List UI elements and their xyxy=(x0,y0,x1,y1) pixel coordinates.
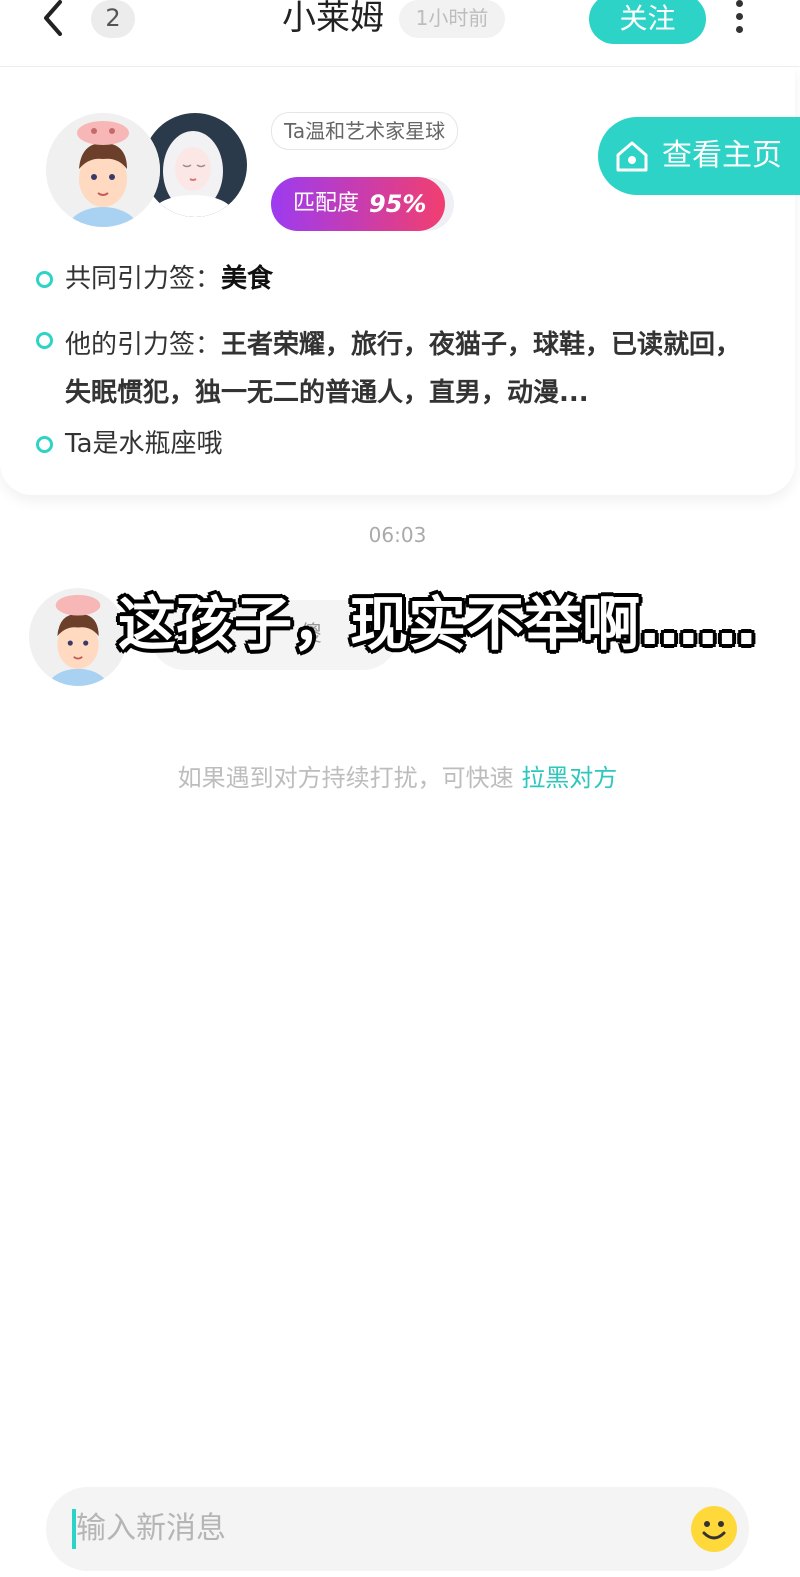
message-timestamp: 06:03 xyxy=(368,523,427,547)
match-profile-card: Ta温和艺术家星球 匹配度 95% 查看主页 共同引力签：美食 他的引力签：王者… xyxy=(0,67,800,495)
match-score-pill: 匹配度 95% xyxy=(271,177,454,231)
overlay-caption: 这孩子，现实不举啊…… xyxy=(118,590,757,658)
bullet-icon xyxy=(36,436,53,453)
block-hint: 如果遇到对方持续打扰，可快速 拉黑对方 xyxy=(0,758,795,793)
match-value: 95% xyxy=(369,190,427,218)
match-label: 匹配度 xyxy=(293,191,360,216)
block-hint-text: 如果遇到对方持续打扰，可快速 xyxy=(177,764,522,792)
back-arrow-icon xyxy=(44,0,62,36)
back-button[interactable] xyxy=(38,0,70,36)
message-sender-avatar[interactable] xyxy=(29,588,127,686)
chat-partner-name: 小莱姆 xyxy=(282,0,384,38)
planet-tag: Ta温和艺术家星球 xyxy=(271,112,459,150)
common-tags-row: 共同引力签：美食 xyxy=(36,262,273,296)
my-avatar[interactable] xyxy=(46,113,160,227)
chat-header: 2 小莱姆 1小时前 关注 xyxy=(0,0,800,67)
message-input-placeholder: 输入新消息 xyxy=(76,1511,226,1546)
bullet-icon xyxy=(36,271,53,288)
emoji-icon[interactable] xyxy=(690,1505,738,1553)
last-seen-badge: 1小时前 xyxy=(399,0,505,38)
block-user-link[interactable]: 拉黑对方 xyxy=(521,764,617,792)
view-homepage-label: 查看主页 xyxy=(662,138,782,173)
zodiac-row: Ta是水瓶座哦 xyxy=(36,427,223,461)
more-options-button[interactable] xyxy=(730,0,748,36)
more-vertical-icon xyxy=(730,0,748,33)
home-icon xyxy=(616,141,648,172)
his-tags-label: 他的引力签： xyxy=(65,330,222,360)
view-homepage-button[interactable]: 查看主页 xyxy=(598,117,800,195)
follow-button[interactable]: 关注 xyxy=(589,0,706,44)
bullet-icon xyxy=(36,332,53,349)
unread-count-badge: 2 xyxy=(91,0,135,38)
zodiac-text: Ta是水瓶座哦 xyxy=(65,429,223,459)
common-tags-value: 美食 xyxy=(221,264,274,294)
message-input[interactable]: 输入新消息 xyxy=(46,1487,749,1571)
common-tags-label: 共同引力签： xyxy=(65,264,222,294)
